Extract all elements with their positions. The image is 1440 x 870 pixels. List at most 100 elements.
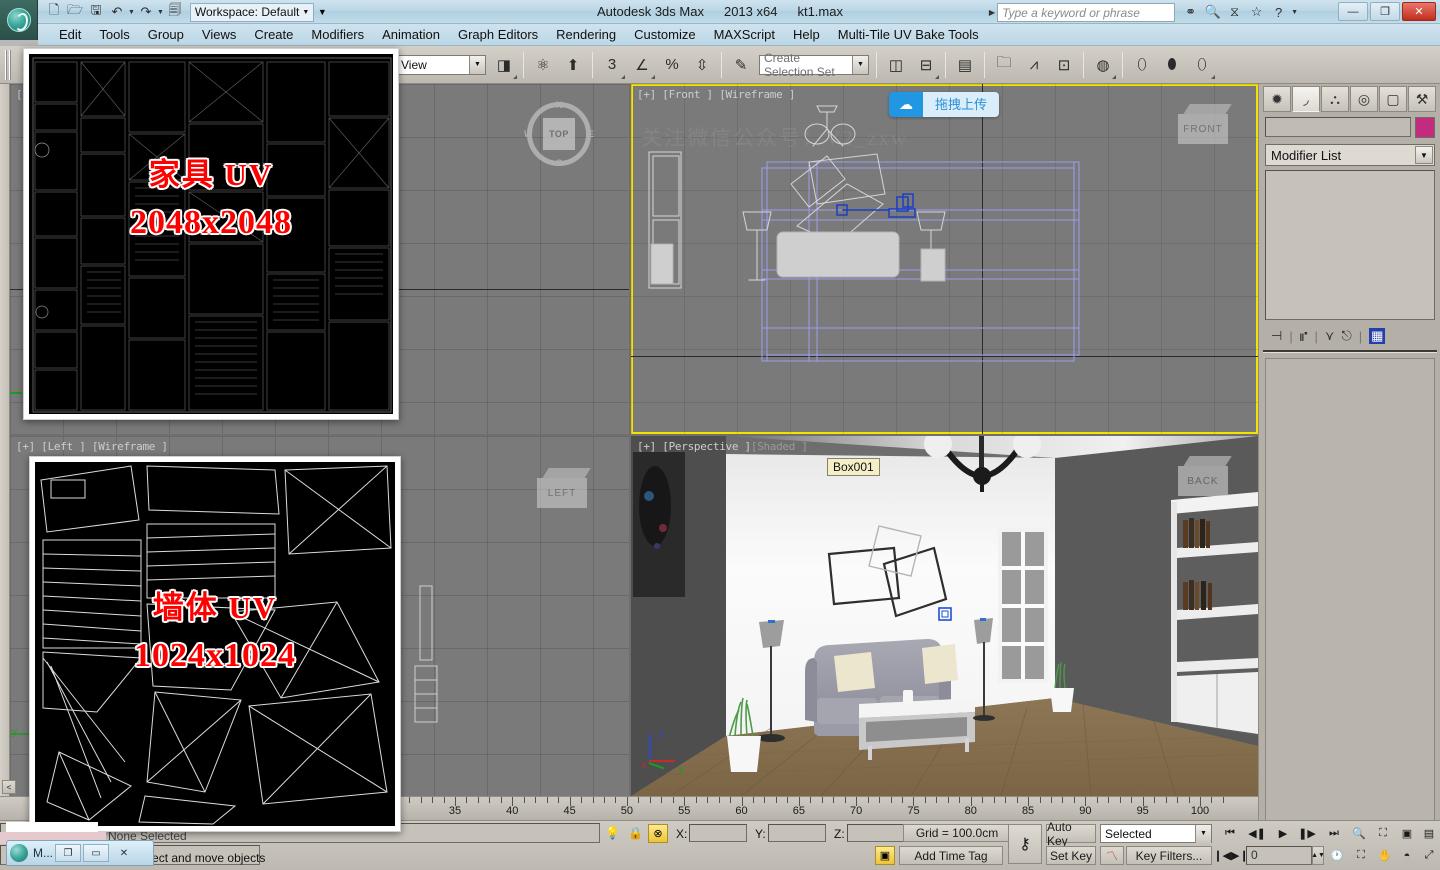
viewcube-west-label[interactable]: W xyxy=(524,129,533,139)
help-chevron-down-icon[interactable]: ▼ xyxy=(1291,9,1298,16)
new-file-icon[interactable]: 🗋 xyxy=(44,2,64,22)
material-editor-icon[interactable]: ◍ xyxy=(1088,49,1118,81)
modify-tab[interactable]: ◞ xyxy=(1292,86,1320,112)
menu-item-tools[interactable]: Tools xyxy=(90,25,138,44)
snaps-toggle-icon[interactable]: 3 xyxy=(597,49,627,81)
viewcube-top[interactable]: TOP N S E W xyxy=(524,100,594,168)
open-file-icon[interactable]: 🗁 xyxy=(65,2,85,22)
object-color-swatch[interactable] xyxy=(1415,117,1435,138)
menu-item-edit[interactable]: Edit xyxy=(50,25,90,44)
modifier-list-combo[interactable]: Modifier List ▼ xyxy=(1265,144,1435,166)
viewport-scroll-left-icon[interactable]: < xyxy=(2,780,16,794)
wall-uv-window[interactable]: 墙体 UV 1024x1024 xyxy=(29,456,401,832)
render-setup-icon[interactable]: ⬯ xyxy=(1127,49,1157,81)
display-tab[interactable]: ▢ xyxy=(1379,86,1407,112)
align-icon[interactable]: ⊟ xyxy=(911,49,941,81)
menu-item-group[interactable]: Group xyxy=(139,25,193,44)
light-bulb-icon[interactable]: 💡 xyxy=(605,826,620,840)
auto-key-button[interactable]: Auto Key xyxy=(1046,820,1096,848)
key-filters-button[interactable]: Key Filters... xyxy=(1126,846,1212,865)
viewcube-top-face[interactable]: TOP xyxy=(543,118,575,150)
object-name-input[interactable] xyxy=(1265,117,1411,137)
key-mode-combo[interactable]: Selected ▼ xyxy=(1100,824,1212,843)
orbit-button[interactable]: ◓ xyxy=(1396,846,1418,865)
utilities-tab[interactable]: ⚒ xyxy=(1408,86,1436,112)
viewcube-perspective[interactable]: BACK xyxy=(1178,456,1236,502)
y-coord-input[interactable] xyxy=(768,824,826,842)
redo-icon[interactable]: ↷ xyxy=(136,2,156,22)
create-tab[interactable]: ✹ xyxy=(1263,86,1291,112)
help-icon[interactable]: ? xyxy=(1269,3,1288,22)
percent-snap-toggle-icon[interactable]: % xyxy=(657,49,687,81)
menu-item-customize[interactable]: Customize xyxy=(625,25,704,44)
zoom-extents-all-button[interactable]: ▤ xyxy=(1418,824,1440,843)
viewport-front[interactable]: [+] [Front ] [Wireframe ] 关注微信公众号：V2_zxw… xyxy=(631,84,1258,434)
minimized-window-close-button[interactable]: ✕ xyxy=(111,844,137,862)
menu-item-modifiers[interactable]: Modifiers xyxy=(302,25,373,44)
show-end-result-icon[interactable]: ⑈ xyxy=(1300,329,1308,344)
modifier-list-chevron-down-icon[interactable]: ▼ xyxy=(1415,146,1433,164)
time-configuration-button[interactable]: 🕐 xyxy=(1326,846,1348,865)
named-selection-set-combo[interactable]: Create Selection Set ▼ xyxy=(759,51,869,79)
goto-start-button[interactable]: ⏮ xyxy=(1218,824,1242,843)
select-and-manipulate-icon[interactable]: ⚛ xyxy=(528,49,558,81)
application-menu-button[interactable] xyxy=(0,0,38,40)
keyboard-shortcut-override-icon[interactable]: ⬆ xyxy=(558,49,588,81)
compass-icon[interactable]: ⧖ xyxy=(1225,3,1244,22)
undo-icon[interactable]: ↶ xyxy=(107,2,127,22)
viewcube-north-label[interactable]: N xyxy=(556,100,563,110)
minimized-max-window[interactable]: M... ❐ ▭ ✕ xyxy=(6,840,154,866)
project-folder-icon[interactable]: 🗐 xyxy=(165,2,185,22)
menu-item-multi-tile-uv-bake-tools[interactable]: Multi-Tile UV Bake Tools xyxy=(829,25,988,44)
furniture-uv-canvas[interactable]: 家具 UV 2048x2048 xyxy=(29,54,393,414)
x-coord-input[interactable] xyxy=(689,824,747,842)
spinner-snap-toggle-icon[interactable]: ⇳ xyxy=(687,49,717,81)
make-unique-icon[interactable]: ⋎ xyxy=(1325,328,1335,344)
isolate-selection-icon[interactable]: ▣ xyxy=(875,846,895,865)
viewcube-east-label[interactable]: E xyxy=(588,129,594,139)
magnify-icon[interactable]: 🔍 xyxy=(1203,3,1222,22)
maximize-viewport-toggle[interactable]: ⤢ xyxy=(1418,846,1440,865)
mirror-icon[interactable]: ◫ xyxy=(881,49,911,81)
zoom-extents-button[interactable]: ▣ xyxy=(1396,824,1418,843)
key-mode-toggle-button[interactable]: ❙◀▶❙ xyxy=(1213,846,1248,865)
modifier-stack[interactable] xyxy=(1265,170,1435,320)
zoom-region-button[interactable]: ⛶ xyxy=(1350,846,1372,865)
viewcube-south-label[interactable]: S xyxy=(556,158,562,168)
viewport-perspective[interactable]: BACK zxy [+] [Perspective ][Shaded ] Box… xyxy=(631,436,1258,796)
menu-item-rendering[interactable]: Rendering xyxy=(547,25,625,44)
workspace-overflow-icon[interactable]: ▼ xyxy=(315,3,329,22)
key-mode-chevron-down-icon[interactable]: ▼ xyxy=(1195,824,1211,843)
remove-modifier-icon[interactable]: ⎋ xyxy=(1341,328,1351,344)
viewcube-back-face[interactable]: BACK xyxy=(1178,466,1228,496)
save-file-icon[interactable]: 🖫 xyxy=(86,2,106,22)
toolbar-grip[interactable] xyxy=(5,49,12,80)
binoculars-icon[interactable]: ⚭ xyxy=(1181,3,1200,22)
zoom-button[interactable]: 🔍 xyxy=(1348,824,1370,843)
angle-snap-toggle-icon[interactable]: ∠ xyxy=(627,49,657,81)
hierarchy-tab[interactable]: ⛬ xyxy=(1321,86,1349,112)
star-icon[interactable]: ☆ xyxy=(1247,3,1266,22)
menu-item-animation[interactable]: Animation xyxy=(373,25,449,44)
reference-coordinate-system-combo[interactable]: View ▼ xyxy=(396,54,486,75)
workspace-selector[interactable]: Workspace: Default ▼ xyxy=(189,2,315,22)
toggle-scene-explorer-icon[interactable]: 🗀 xyxy=(989,49,1019,81)
reference-coordinate-chevron-down-icon[interactable]: ▼ xyxy=(469,55,485,74)
zoom-all-button[interactable]: ⛶ xyxy=(1372,824,1394,843)
minimize-button[interactable]: — xyxy=(1338,2,1368,21)
edit-named-selection-sets-icon[interactable]: ✎ xyxy=(726,49,756,81)
lock-selection-icon[interactable]: 🔒 xyxy=(628,826,643,840)
close-button[interactable]: ✕ xyxy=(1402,2,1436,21)
set-key-filters-curve-icon[interactable]: 〽 xyxy=(1100,846,1124,865)
render-production-icon[interactable]: ⬯ xyxy=(1187,49,1217,81)
minimized-window-restore-button[interactable]: ❐ xyxy=(55,844,81,862)
search-expand-icon[interactable]: ▶ xyxy=(989,8,995,17)
menu-item-views[interactable]: Views xyxy=(193,25,245,44)
restore-button[interactable]: ❐ xyxy=(1370,2,1400,21)
previous-frame-button[interactable]: ◀❚ xyxy=(1244,824,1270,843)
z-coord-input[interactable] xyxy=(847,824,905,842)
schematic-view-icon[interactable]: ⊡ xyxy=(1049,49,1079,81)
wall-uv-canvas[interactable]: 墙体 UV 1024x1024 xyxy=(35,462,395,826)
absolute-relative-transform-icon[interactable]: ⊗ xyxy=(648,824,668,843)
redo-dropdown-icon[interactable]: ▼ xyxy=(157,9,164,16)
